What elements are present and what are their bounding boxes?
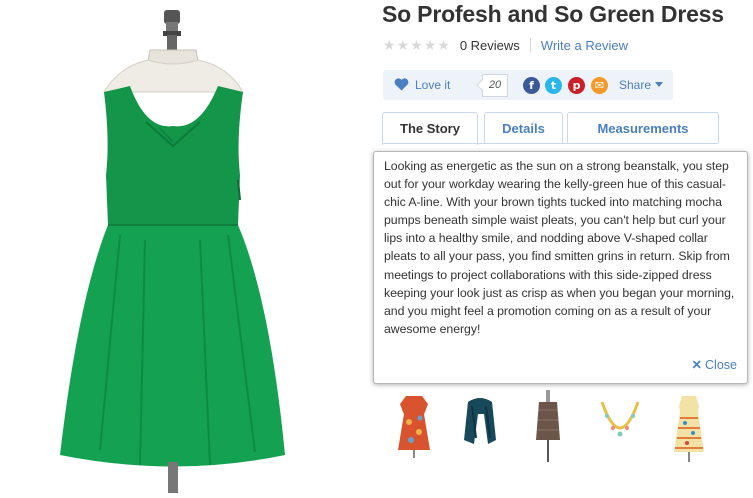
star-icon[interactable]: ★ xyxy=(410,38,423,52)
related-item-tweed-skirt[interactable] xyxy=(533,388,563,471)
related-item-orange-print-dress[interactable] xyxy=(394,388,434,465)
related-item-teal-scarf[interactable] xyxy=(458,388,504,457)
love-count-badge: 20 xyxy=(482,74,508,97)
write-review-link[interactable]: Write a Review xyxy=(541,38,628,53)
close-icon: ✕ xyxy=(691,358,703,372)
story-panel: Looking as energetic as the sun on a str… xyxy=(373,151,748,384)
love-it-button[interactable]: Love it xyxy=(383,70,473,100)
love-it-label: Love it xyxy=(415,78,451,92)
star-icon[interactable]: ★ xyxy=(397,38,410,52)
printed-dress xyxy=(674,396,704,462)
rating-row: ★ ★ ★ ★ ★ 0 Reviews Write a Review xyxy=(383,36,628,54)
star-icon[interactable]: ★ xyxy=(383,38,396,52)
product-image[interactable] xyxy=(0,0,370,493)
product-title: So Profesh and So Green Dress xyxy=(382,1,724,27)
bead-necklace xyxy=(600,401,640,437)
tab-details[interactable]: Details xyxy=(484,112,563,143)
share-button[interactable]: Share xyxy=(619,78,651,92)
social-bar: Love it 20 f t p ✉ Share xyxy=(383,70,673,100)
star-icon[interactable]: ★ xyxy=(424,38,437,52)
story-text: Looking as energetic as the sun on a str… xyxy=(384,159,735,336)
reviews-count[interactable]: 0 Reviews xyxy=(460,38,520,53)
rating-stars[interactable]: ★ ★ ★ ★ ★ xyxy=(383,38,450,52)
product-tabs: The Story Details Measurements xyxy=(382,112,742,145)
divider xyxy=(529,38,531,52)
close-label: Close xyxy=(705,358,737,372)
pinterest-icon[interactable]: p xyxy=(568,77,585,94)
related-item-bead-necklace[interactable] xyxy=(596,388,644,457)
teal-scarf xyxy=(464,398,496,444)
tweed-skirt xyxy=(536,390,560,462)
green-dress-on-mannequin xyxy=(60,10,285,493)
twitter-icon[interactable]: t xyxy=(545,77,562,94)
close-button[interactable]: ✕ Close xyxy=(692,357,737,372)
email-icon[interactable]: ✉ xyxy=(591,77,608,94)
heart-icon xyxy=(394,78,409,91)
tabs-divider xyxy=(382,143,718,144)
facebook-icon[interactable]: f xyxy=(523,77,540,94)
related-item-printed-dress[interactable] xyxy=(671,388,707,469)
star-icon[interactable]: ★ xyxy=(437,38,450,52)
orange-print-dress xyxy=(398,396,430,458)
chevron-down-icon[interactable] xyxy=(655,82,663,87)
tab-the-story[interactable]: The Story xyxy=(382,112,478,145)
tab-measurements[interactable]: Measurements xyxy=(567,112,719,143)
